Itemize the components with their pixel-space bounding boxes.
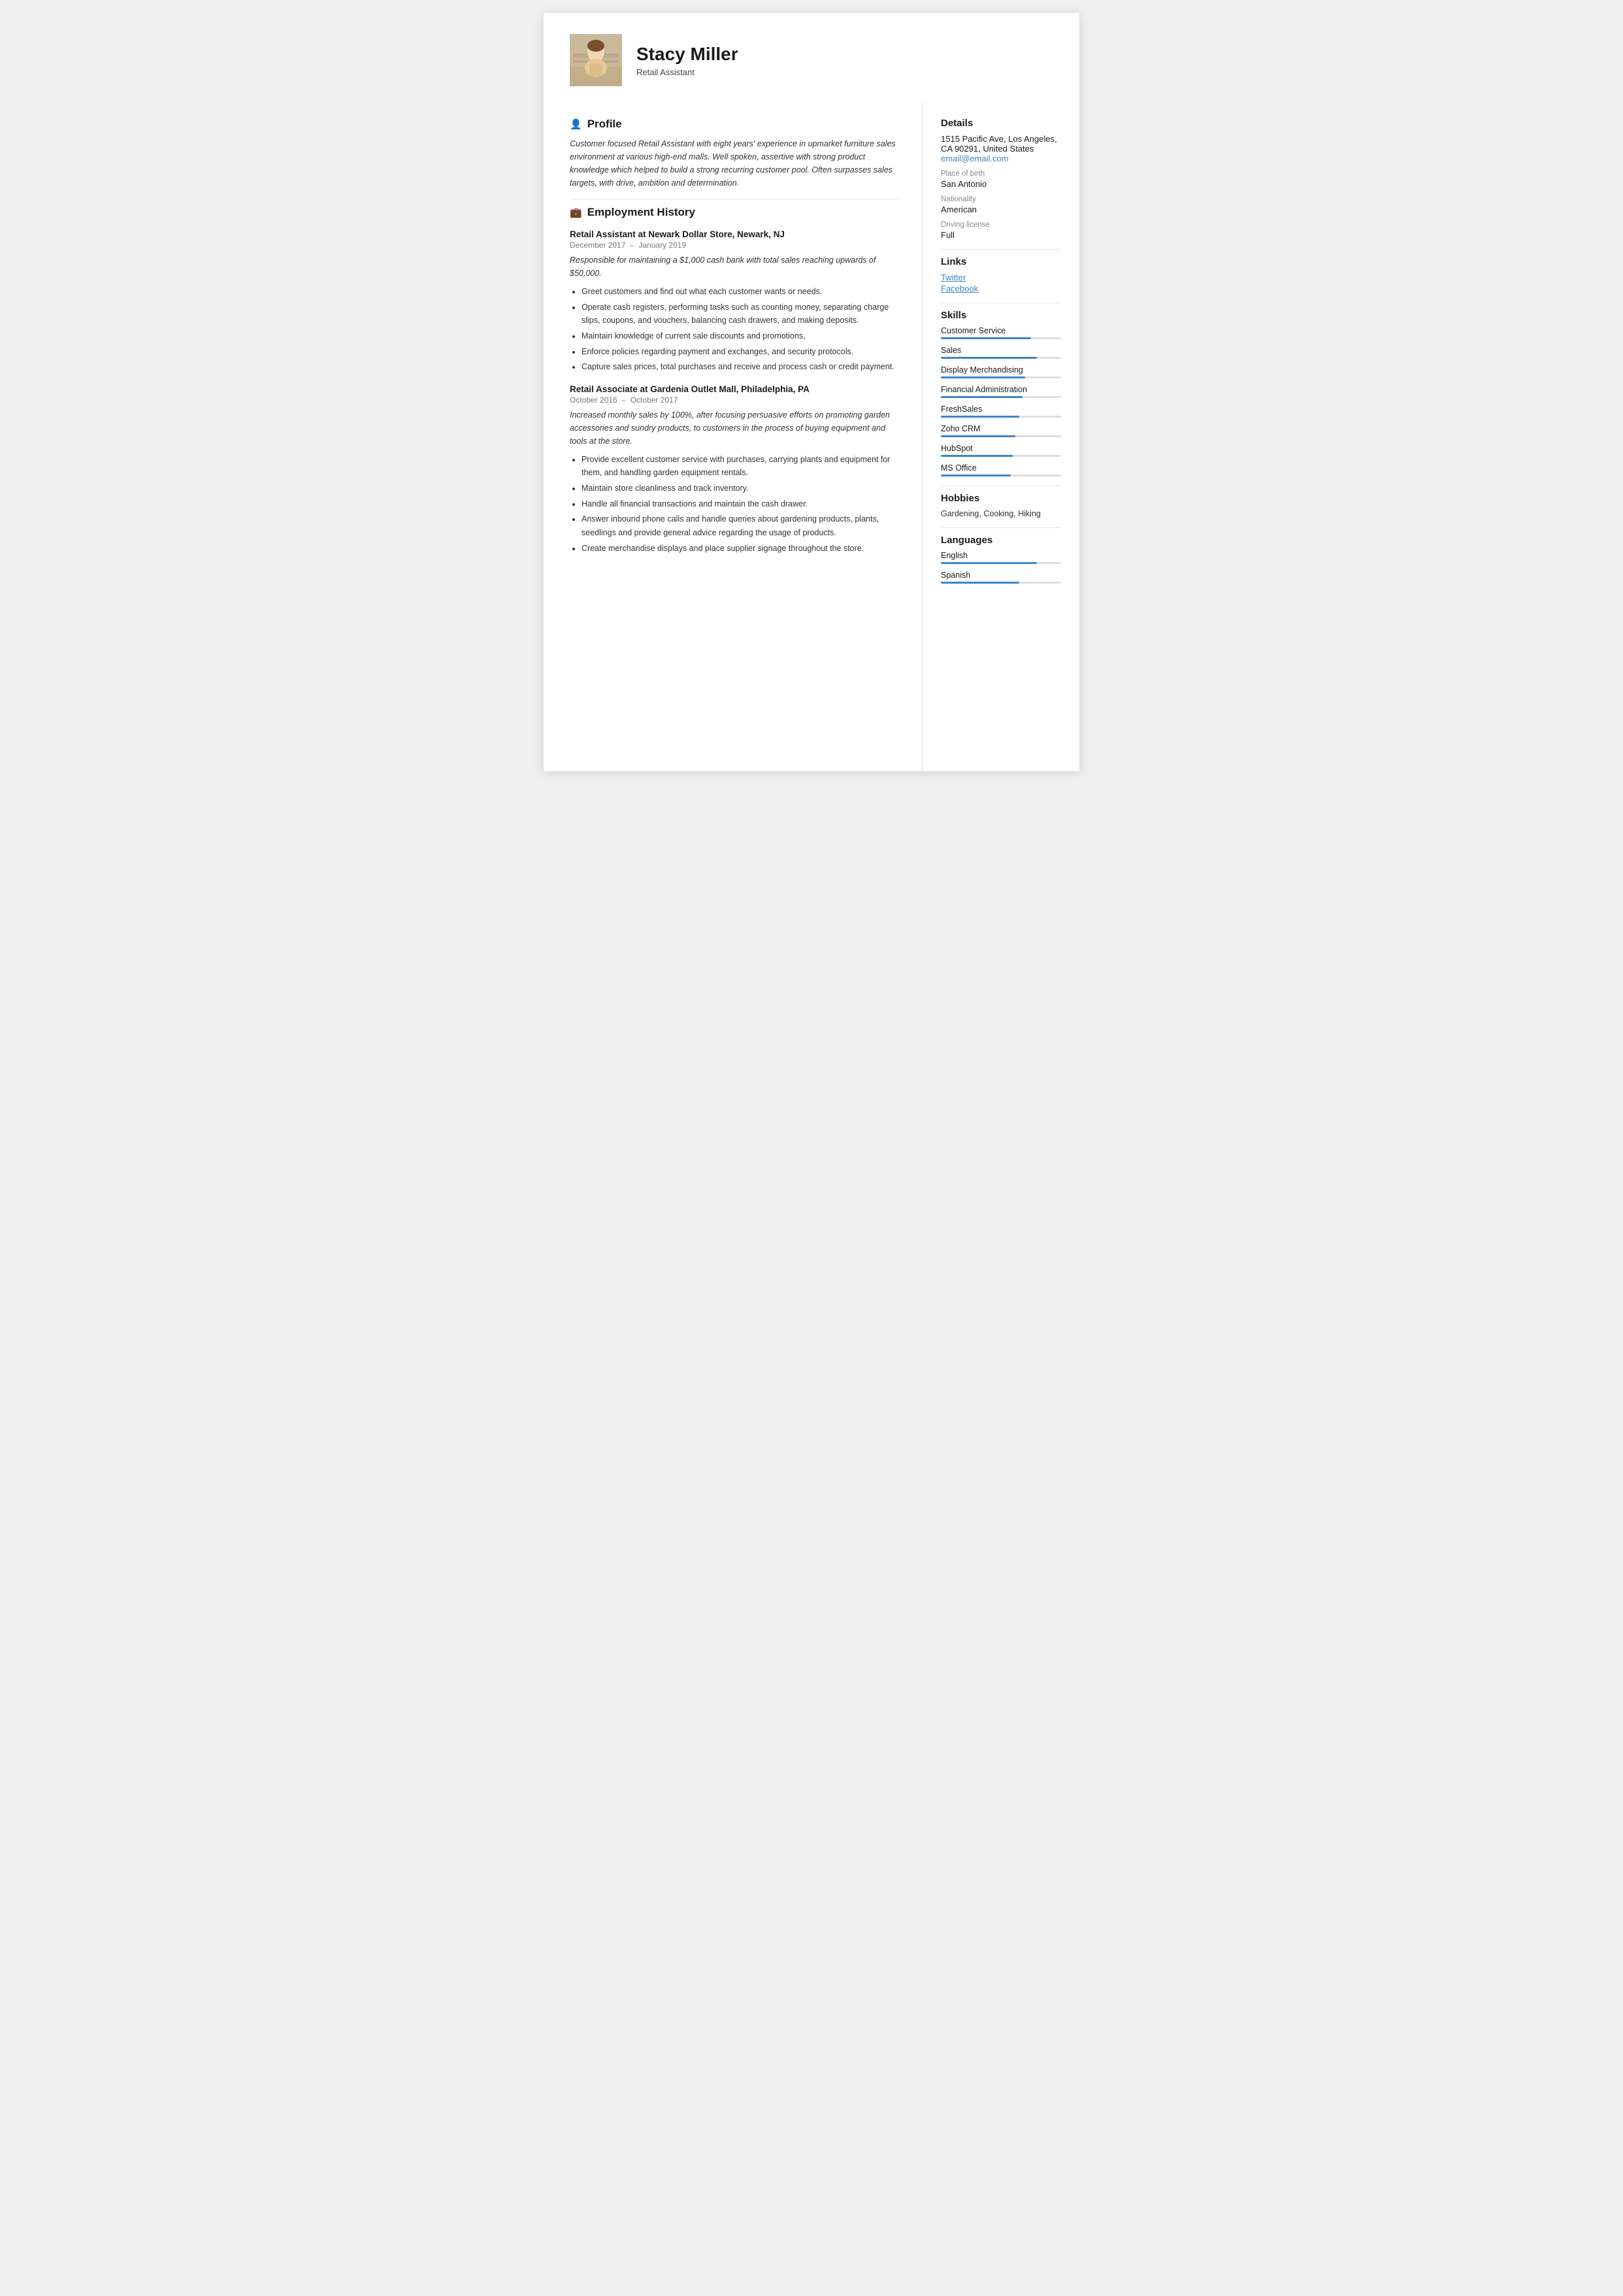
skill-bar-bg [941, 337, 1061, 339]
job-bullets-2: Provide excellent customer service with … [570, 453, 898, 555]
skill-bar-bg [941, 376, 1061, 378]
skill-item: Financial Administration [941, 385, 1061, 398]
profile-section-title: 👤 Profile [570, 118, 898, 131]
place-of-birth-label: Place of birth [941, 170, 1061, 178]
candidate-subtitle: Retail Assistant [636, 67, 738, 77]
skill-item: Display Merchandising [941, 365, 1061, 378]
email[interactable]: email@email.com [941, 154, 1061, 163]
address: 1515 Pacific Ave, Los Angeles, CA 90291,… [941, 134, 1061, 154]
skill-bar-fill [941, 396, 1023, 398]
skill-bar-bg [941, 396, 1061, 398]
lang-item: Spanish [941, 571, 1061, 584]
bullet-item: Maintain store cleanliness and track inv… [582, 482, 898, 495]
skill-item: FreshSales [941, 405, 1061, 418]
lang-bar-fill [941, 582, 1019, 584]
skill-bar-fill [941, 474, 1011, 476]
skill-bar-bg [941, 474, 1061, 476]
lang-bar-bg [941, 582, 1061, 584]
profile-icon: 👤 [570, 118, 582, 130]
bullet-item: Create merchandise displays and place su… [582, 542, 898, 556]
job-item: Retail Assistant at Newark Dollar Store,… [570, 229, 898, 374]
place-of-birth: San Antonio [941, 179, 1061, 189]
bullet-item: Operate cash registers, performing tasks… [582, 301, 898, 327]
job-bullets-1: Greet customers and find out what each c… [570, 285, 898, 374]
job-dates-1: December 2017 – January 2019 [570, 241, 898, 250]
skill-bar-bg [941, 357, 1061, 359]
hobbies-title: Hobbies [941, 493, 1061, 504]
skill-bar-fill [941, 435, 1015, 437]
skill-item: Sales [941, 346, 1061, 359]
job-summary-2: Increased monthly sales by 100%, after f… [570, 408, 898, 448]
employment-section-title: 💼 Employment History [570, 206, 898, 219]
facebook-link[interactable]: Facebook [941, 284, 1061, 293]
right-column: Details 1515 Pacific Ave, Los Angeles, C… [923, 102, 1079, 771]
hobbies-text: Gardening, Cooking, Hiking [941, 509, 1061, 518]
main-layout: 👤 Profile Customer focused Retail Assist… [544, 102, 1079, 771]
lang-item: English [941, 551, 1061, 564]
employment-icon: 💼 [570, 207, 582, 218]
lang-bar-fill [941, 562, 1037, 564]
hobbies-section: Hobbies Gardening, Cooking, Hiking [941, 493, 1061, 518]
job-title-2: Retail Associate at Gardenia Outlet Mall… [570, 384, 898, 394]
details-section: Details 1515 Pacific Ave, Los Angeles, C… [941, 118, 1061, 240]
languages-title: Languages [941, 535, 1061, 546]
skill-item: HubSpot [941, 444, 1061, 457]
skill-bar-bg [941, 416, 1061, 418]
skills-section: Skills Customer Service Sales Display Me… [941, 310, 1061, 476]
languages-section: Languages English Spanish [941, 535, 1061, 584]
profile-section: 👤 Profile Customer focused Retail Assist… [570, 118, 898, 190]
employment-section: 💼 Employment History Retail Assistant at… [570, 206, 898, 555]
candidate-name: Stacy Miller [636, 43, 738, 65]
header: Stacy Miller Retail Assistant [544, 13, 1079, 102]
twitter-link[interactable]: Twitter [941, 273, 1061, 282]
bullet-item: Handle all financial transactions and ma… [582, 497, 898, 511]
profile-photo [570, 34, 622, 86]
left-column: 👤 Profile Customer focused Retail Assist… [544, 102, 923, 771]
bullet-item: Maintain knowledge of current sale disco… [582, 329, 898, 343]
skill-bar-bg [941, 455, 1061, 457]
skills-title: Skills [941, 310, 1061, 321]
bullet-item: Greet customers and find out what each c… [582, 285, 898, 299]
nationality-label: Nationality [941, 195, 1061, 203]
bullet-item: Provide excellent customer service with … [582, 453, 898, 480]
job-summary-1: Responsible for maintaining a $1,000 cas… [570, 254, 898, 280]
skill-bar-fill [941, 376, 1025, 378]
links-title: Links [941, 256, 1061, 267]
skill-bar-fill [941, 357, 1037, 359]
bullet-item: Enforce policies regarding payment and e… [582, 345, 898, 359]
skill-item: Customer Service [941, 326, 1061, 339]
header-info: Stacy Miller Retail Assistant [636, 43, 738, 78]
driving-license-label: Driving license [941, 221, 1061, 229]
bullet-item: Capture sales prices, total purchases an… [582, 360, 898, 374]
links-section: Links Twitter Facebook [941, 256, 1061, 293]
driving-license: Full [941, 230, 1061, 240]
skill-bar-fill [941, 455, 1013, 457]
skill-bar-fill [941, 416, 1019, 418]
skill-bar-fill [941, 337, 1031, 339]
lang-bar-bg [941, 562, 1061, 564]
resume-page: Stacy Miller Retail Assistant 👤 Profile … [544, 13, 1079, 771]
profile-text: Customer focused Retail Assistant with e… [570, 137, 898, 190]
bullet-item: Answer inbound phone calls and handle qu… [582, 512, 898, 539]
job-item: Retail Associate at Gardenia Outlet Mall… [570, 384, 898, 555]
details-title: Details [941, 118, 1061, 129]
job-title-1: Retail Assistant at Newark Dollar Store,… [570, 229, 898, 239]
job-dates-2: October 2016 – October 2017 [570, 395, 898, 405]
nationality: American [941, 205, 1061, 214]
skill-bar-bg [941, 435, 1061, 437]
skill-item: MS Office [941, 463, 1061, 476]
skill-item: Zoho CRM [941, 424, 1061, 437]
